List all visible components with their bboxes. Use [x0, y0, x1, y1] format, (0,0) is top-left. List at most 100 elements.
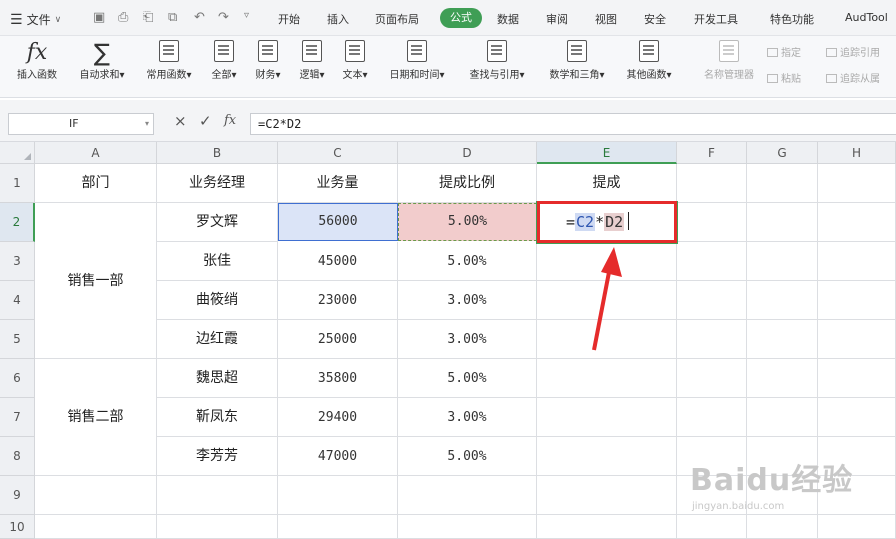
- specify-button[interactable]: 指定: [767, 44, 801, 59]
- row-header-5[interactable]: 5: [0, 320, 35, 359]
- column-header-e[interactable]: E: [537, 142, 677, 164]
- name-manager-button[interactable]: 名称管理器: [698, 40, 760, 81]
- tab-review[interactable]: 审阅: [546, 11, 568, 27]
- rate-cell[interactable]: 3.00%: [398, 320, 537, 359]
- rate-cell[interactable]: 5.00%: [398, 359, 537, 398]
- column-header-g[interactable]: G: [747, 142, 818, 164]
- row-header-6[interactable]: 6: [0, 359, 35, 398]
- tab-security[interactable]: 安全: [644, 11, 666, 27]
- empty-cell[interactable]: [398, 476, 537, 515]
- autosum-button[interactable]: ∑ 自动求和▾: [72, 40, 132, 81]
- other-functions-button[interactable]: 其他函数▾: [620, 40, 678, 81]
- column-header-h[interactable]: H: [818, 142, 896, 164]
- export-icon[interactable]: ⎙: [118, 10, 128, 25]
- tab-developer[interactable]: 开发工具: [694, 11, 738, 27]
- tab-features[interactable]: 特色功能: [770, 11, 814, 27]
- empty-cell[interactable]: [35, 515, 157, 539]
- row-header-2[interactable]: 2: [0, 203, 35, 242]
- empty-cell[interactable]: [35, 476, 157, 515]
- trace-precedents-button[interactable]: 追踪引用: [826, 44, 880, 59]
- cancel-icon[interactable]: ×: [174, 112, 187, 130]
- math-button[interactable]: 数学和三角▾: [541, 40, 613, 81]
- empty-cell[interactable]: [677, 398, 747, 437]
- manager-cell[interactable]: 李芳芳: [157, 437, 278, 476]
- cell-e2-editing[interactable]: =C2*D2: [537, 201, 677, 243]
- tab-formulas[interactable]: 公式: [440, 8, 482, 28]
- empty-cell[interactable]: [747, 242, 818, 281]
- column-header-a[interactable]: A: [35, 142, 157, 164]
- manager-cell[interactable]: 罗文辉: [157, 203, 278, 242]
- manager-cell[interactable]: 魏思超: [157, 359, 278, 398]
- row-header-4[interactable]: 4: [0, 281, 35, 320]
- column-header-c[interactable]: C: [278, 142, 398, 164]
- paste-button[interactable]: 粘贴: [767, 70, 801, 85]
- insert-function-button[interactable]: fx 插入函数: [12, 40, 62, 81]
- empty-cell[interactable]: [747, 398, 818, 437]
- empty-cell[interactable]: [677, 203, 747, 242]
- row-header-3[interactable]: 3: [0, 242, 35, 281]
- row-header-8[interactable]: 8: [0, 437, 35, 476]
- empty-cell[interactable]: [747, 281, 818, 320]
- rate-cell[interactable]: 5.00%: [398, 242, 537, 281]
- preview-icon[interactable]: ⧉: [168, 10, 177, 25]
- dept-group-cell[interactable]: 销售二部: [35, 359, 157, 476]
- commission-cell[interactable]: [537, 359, 677, 398]
- header-dept[interactable]: 部门: [35, 164, 157, 203]
- empty-cell[interactable]: [677, 164, 747, 203]
- empty-cell[interactable]: [677, 281, 747, 320]
- manager-cell[interactable]: 靳凤东: [157, 398, 278, 437]
- fx-icon[interactable]: fx: [224, 113, 236, 128]
- volume-cell[interactable]: 29400: [278, 398, 398, 437]
- empty-cell[interactable]: [747, 359, 818, 398]
- empty-cell[interactable]: [157, 476, 278, 515]
- datetime-button[interactable]: 日期和时间▾: [382, 40, 452, 81]
- name-box[interactable]: IF ▾: [8, 113, 154, 135]
- logic-button[interactable]: 逻辑▾: [294, 40, 330, 81]
- rate-cell[interactable]: 5.00%: [398, 437, 537, 476]
- column-header-d[interactable]: D: [398, 142, 537, 164]
- row-header-10[interactable]: 10: [0, 515, 35, 539]
- empty-cell[interactable]: [747, 164, 818, 203]
- header-manager[interactable]: 业务经理: [157, 164, 278, 203]
- empty-cell[interactable]: [677, 359, 747, 398]
- dept-group-cell[interactable]: 销售一部: [35, 203, 157, 359]
- empty-cell[interactable]: [818, 203, 896, 242]
- tab-audtool[interactable]: AudTool: [845, 11, 888, 24]
- undo-icon[interactable]: ↶: [194, 10, 205, 25]
- empty-cell[interactable]: [278, 515, 398, 539]
- save-icon[interactable]: ▣: [93, 10, 105, 25]
- cell-c2-referenced[interactable]: 56000: [278, 203, 398, 241]
- manager-cell[interactable]: 曲筱绡: [157, 281, 278, 320]
- tab-data[interactable]: 数据: [497, 11, 519, 27]
- empty-cell[interactable]: [677, 242, 747, 281]
- empty-cell[interactable]: [278, 476, 398, 515]
- finance-button[interactable]: 财务▾: [250, 40, 286, 81]
- row-header-9[interactable]: 9: [0, 476, 35, 515]
- customize-icon[interactable]: ▿: [244, 10, 249, 21]
- commission-cell[interactable]: [537, 437, 677, 476]
- empty-cell[interactable]: [818, 281, 896, 320]
- header-commission[interactable]: 提成: [537, 164, 677, 203]
- manager-cell[interactable]: 张佳: [157, 242, 278, 281]
- volume-cell[interactable]: 47000: [278, 437, 398, 476]
- all-functions-button[interactable]: 全部▾: [206, 40, 242, 81]
- empty-cell[interactable]: [677, 320, 747, 359]
- empty-cell[interactable]: [677, 515, 747, 539]
- chevron-down-icon[interactable]: ▾: [145, 114, 149, 134]
- tab-insert[interactable]: 插入: [327, 11, 349, 27]
- row-header-1[interactable]: 1: [0, 164, 35, 203]
- empty-cell[interactable]: [157, 515, 278, 539]
- volume-cell[interactable]: 35800: [278, 359, 398, 398]
- empty-cell[interactable]: [398, 515, 537, 539]
- empty-cell[interactable]: [818, 164, 896, 203]
- empty-cell[interactable]: [537, 476, 677, 515]
- empty-cell[interactable]: [537, 515, 677, 539]
- empty-cell[interactable]: [747, 320, 818, 359]
- tab-page-layout[interactable]: 页面布局: [375, 11, 419, 27]
- column-header-f[interactable]: F: [677, 142, 747, 164]
- file-menu[interactable]: ☰ 文件 ∨: [10, 11, 61, 28]
- select-all-corner[interactable]: [0, 142, 35, 164]
- empty-cell[interactable]: [818, 242, 896, 281]
- trace-dependents-button[interactable]: 追踪从属: [826, 70, 880, 85]
- empty-cell[interactable]: [818, 398, 896, 437]
